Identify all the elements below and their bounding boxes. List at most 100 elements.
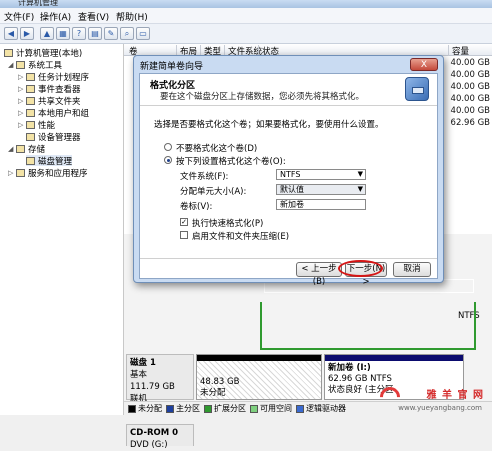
format-label[interactable]: 按下列设置格式化这个卷(O): (176, 155, 286, 167)
volume-label-input[interactable]: 新加卷 (276, 199, 366, 210)
capacity-cell: 62.96 GB (450, 118, 490, 128)
device-icon (26, 132, 35, 141)
window-titlebar: 计算机管理 (0, 0, 492, 8)
legend-free: 可用空间 (260, 404, 292, 413)
collapse-icon[interactable]: ◢ (8, 145, 15, 153)
watermark-text: 雅 羊 官 网 (426, 390, 484, 401)
storage-icon (16, 144, 25, 153)
search-icon[interactable]: ⌕ (120, 27, 134, 40)
dialog-subheading: 要在这个磁盘分区上存储数据，您必须先将其格式化。 (160, 92, 365, 102)
help-icon[interactable]: ? (72, 27, 86, 40)
col-capacity[interactable]: 容量 (448, 45, 469, 57)
tree-item-event-viewer[interactable]: ▷ 事件查看器 (18, 83, 81, 95)
menu-action[interactable]: 操作(A) (40, 10, 71, 23)
dialog-title: 新建简单卷向导 (140, 62, 204, 72)
tree-item-task-scheduler[interactable]: ▷ 任务计划程序 (18, 71, 89, 83)
watermark-url: www.yueyangbang.com (398, 404, 482, 412)
tree-item-disk-management[interactable]: 磁盘管理 (26, 155, 73, 167)
expand-icon[interactable]: ▷ (8, 169, 15, 177)
tree-item-local-users[interactable]: ▷ 本地用户和组 (18, 107, 89, 119)
back-icon[interactable]: ◀ (4, 27, 18, 40)
disk1-name: 磁盘 1 (130, 358, 156, 368)
forward-icon[interactable]: ▶ (20, 27, 34, 40)
capacity-cell: 40.00 GB (450, 82, 490, 92)
menu-view[interactable]: 查看(V) (78, 10, 109, 23)
expand-icon[interactable]: ▷ (18, 73, 25, 81)
legend-swatch-primary (166, 404, 174, 413)
tree-item-shared-folders[interactable]: ▷ 共享文件夹 (18, 95, 81, 107)
expand-icon[interactable]: ▷ (18, 121, 25, 129)
disk-icon[interactable]: ▭ (136, 27, 150, 40)
key-icon[interactable]: ✎ (104, 27, 118, 40)
tree-item-system-tools[interactable]: ◢ 系统工具 (8, 59, 62, 71)
legend-swatch-logical (296, 404, 304, 413)
clock-icon (26, 72, 35, 81)
performance-icon (26, 120, 35, 129)
filesystem-label: 文件系统(F): (180, 172, 229, 182)
chevron-down-icon: ▼ (357, 185, 363, 193)
menu-bar: 文件(F) 操作(A) 查看(V) 帮助(H) (0, 8, 492, 24)
tree-item-services[interactable]: ▷ 服务和应用程序 (8, 167, 88, 179)
wizard-disk-icon (405, 77, 429, 101)
cdrom-label[interactable]: CD-ROM 0 DVD (G:) (126, 424, 194, 450)
menu-help[interactable]: 帮助(H) (116, 10, 148, 23)
quick-format-checkbox[interactable]: ✓ (180, 218, 188, 226)
filesystem-value: NTFS (280, 170, 301, 179)
capacity-cell: 40.00 GB (450, 94, 490, 104)
tree-root[interactable]: 计算机管理(本地) (4, 47, 82, 59)
tree-item-performance[interactable]: ▷ 性能 (18, 119, 55, 131)
new-simple-volume-wizard: 新建简单卷向导 X 格式化分区 要在这个磁盘分区上存储数据，您必须先将其格式化。… (133, 55, 444, 287)
legend-swatch-extended (204, 404, 212, 413)
properties-icon[interactable]: ▦ (56, 27, 70, 40)
next-button-highlight (338, 260, 383, 277)
expand-icon[interactable]: ▷ (18, 97, 25, 105)
compression-checkbox[interactable] (180, 231, 188, 239)
capacity-cell: 40.00 GB (450, 106, 490, 116)
back-button[interactable]: < 上一步(B) (296, 262, 342, 287)
legend-swatch-free (250, 404, 258, 413)
legend-logical: 逻辑驱动器 (306, 404, 346, 413)
chevron-down-icon: ▼ (357, 170, 363, 178)
view-icon[interactable]: ▤ (88, 27, 102, 40)
expand-icon[interactable]: ▷ (18, 85, 25, 93)
menu-file[interactable]: 文件(F) (4, 10, 34, 23)
capacity-cell: 40.00 GB (450, 70, 490, 80)
close-icon[interactable]: X (410, 58, 438, 71)
disk1-size: 111.79 GB (130, 382, 175, 392)
disk-management-icon (26, 156, 35, 165)
quick-format-label[interactable]: 执行快速格式化(P) (192, 217, 263, 229)
compression-label[interactable]: 启用文件和文件夹压缩(E) (192, 230, 289, 242)
tree-item-storage[interactable]: ◢ 存储 (8, 143, 45, 155)
dialog-body: 格式化分区 要在这个磁盘分区上存储数据，您必须先将其格式化。 选择是否要格式化这… (139, 73, 438, 287)
computer-icon (4, 48, 13, 57)
allocation-select[interactable]: 默认值 ▼ (276, 184, 366, 195)
tools-icon (16, 60, 25, 69)
dialog-header: 格式化分区 要在这个磁盘分区上存储数据，您必须先将其格式化。 (140, 74, 437, 106)
event-icon (26, 84, 35, 93)
unallocated-partition[interactable]: 48.83 GB 未分配 (196, 354, 322, 400)
unallocated-size: 48.83 GB (200, 377, 240, 387)
shared-folder-icon (26, 96, 35, 105)
disk1-label[interactable]: 磁盘 1 基本 111.79 GB 联机 (126, 354, 194, 404)
cancel-button[interactable]: 取消 (393, 262, 431, 277)
expand-icon[interactable]: ▷ (18, 109, 25, 117)
window-title: 计算机管理 (18, 0, 58, 7)
legend-extended: 扩展分区 (214, 404, 246, 413)
tree-item-device-manager[interactable]: 设备管理器 (26, 131, 81, 143)
no-format-label[interactable]: 不要格式化这个卷(D) (176, 142, 257, 154)
users-icon (26, 108, 35, 117)
toolbar: ◀ ▶ ▲ ▦ ? ▤ ✎ ⌕ ▭ (0, 24, 492, 44)
format-radio[interactable] (164, 156, 172, 164)
allocation-value: 默认值 (280, 185, 304, 194)
format-prompt: 选择是否要格式化这个卷；如果要格式化，要使用什么设置。 (154, 120, 384, 130)
filesystem-select[interactable]: NTFS ▼ (276, 169, 366, 180)
no-format-radio[interactable] (164, 143, 172, 151)
legend-unallocated: 未分配 (138, 404, 162, 413)
services-icon (16, 168, 25, 177)
collapse-icon[interactable]: ◢ (8, 61, 15, 69)
folder-up-icon[interactable]: ▲ (40, 27, 54, 40)
disk1-type: 基本 (130, 370, 148, 380)
navigation-tree: 计算机管理(本地) ◢ 系统工具 ▷ 任务计划程序 ▷ 事件查看器 ▷ 共享文件夹 ▷ 本… (0, 44, 124, 415)
new-volume-name: 新加卷 (I:) (328, 363, 371, 373)
capacity-cell: 40.00 GB (450, 58, 490, 68)
